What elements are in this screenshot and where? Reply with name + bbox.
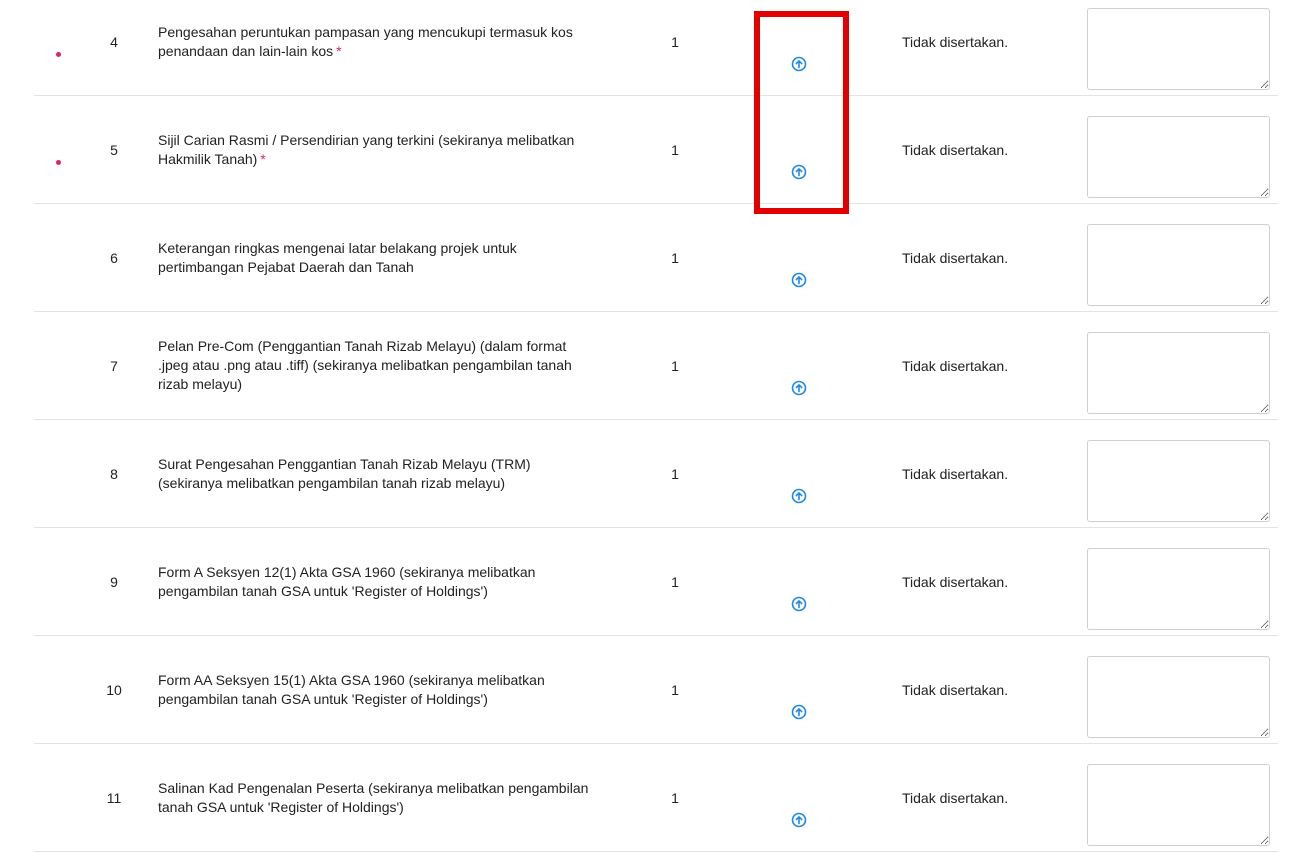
document-description: Pelan Pre-Com (Penggantian Tanah Rizab M… — [158, 312, 598, 419]
description-text: Form A Seksyen 12(1) Akta GSA 1960 (seki… — [158, 563, 536, 599]
row-number: 8 — [110, 465, 118, 482]
document-description: Form AA Seksyen 15(1) Akta GSA 1960 (sek… — [158, 636, 598, 743]
table-row: 9 Form A Seksyen 12(1) Akta GSA 1960 (se… — [34, 528, 1278, 636]
upload-button[interactable] — [788, 485, 810, 507]
remark-input[interactable] — [1087, 656, 1270, 738]
arrow-up-circle-icon — [791, 704, 807, 720]
required-dot — [56, 52, 61, 57]
arrow-up-circle-icon — [791, 488, 807, 504]
table-row: 8 Surat Pengesahan Penggantian Tanah Riz… — [34, 420, 1278, 528]
upload-button[interactable] — [788, 809, 810, 831]
upload-button[interactable] — [788, 377, 810, 399]
table-row: 6 Keterangan ringkas mengenai latar bela… — [34, 204, 1278, 312]
required-asterisk: * — [336, 42, 342, 59]
row-number: 10 — [106, 681, 122, 698]
arrow-up-circle-icon — [791, 812, 807, 828]
document-description: Sijil Carian Rasmi / Persendirian yang t… — [158, 96, 598, 203]
remark-input[interactable] — [1087, 224, 1270, 306]
document-description: Salinan Kad Pengenalan Peserta (sekirany… — [158, 744, 598, 851]
row-number: 4 — [110, 33, 118, 50]
quantity: 1 — [671, 141, 679, 158]
remark-input[interactable] — [1087, 548, 1270, 630]
upload-button[interactable] — [788, 269, 810, 291]
attachment-status: Tidak disertakan. — [902, 33, 1009, 50]
row-number: 6 — [110, 249, 118, 266]
description-text: Pengesahan peruntukan pampasan yang menc… — [158, 23, 573, 59]
remark-input[interactable] — [1087, 332, 1270, 414]
document-checklist-table: 4 Pengesahan peruntukan pampasan yang me… — [34, 0, 1278, 852]
arrow-up-circle-icon — [791, 596, 807, 612]
table-row: 4 Pengesahan peruntukan pampasan yang me… — [34, 0, 1278, 96]
required-dot — [56, 160, 61, 165]
remark-input[interactable] — [1087, 8, 1270, 90]
table-row: 7 Pelan Pre-Com (Penggantian Tanah Rizab… — [34, 312, 1278, 420]
attachment-status: Tidak disertakan. — [902, 681, 1009, 698]
arrow-up-circle-icon — [791, 56, 807, 72]
attachment-status: Tidak disertakan. — [902, 249, 1009, 266]
remark-input[interactable] — [1087, 440, 1270, 522]
row-number: 11 — [106, 789, 122, 806]
table-row: 5 Sijil Carian Rasmi / Persendirian yang… — [34, 96, 1278, 204]
quantity: 1 — [671, 249, 679, 266]
quantity: 1 — [671, 681, 679, 698]
attachment-status: Tidak disertakan. — [902, 573, 1009, 590]
quantity: 1 — [671, 573, 679, 590]
row-number: 7 — [110, 357, 118, 374]
document-description: Keterangan ringkas mengenai latar belaka… — [158, 204, 598, 311]
description-text: Pelan Pre-Com (Penggantian Tanah Rizab M… — [158, 338, 572, 392]
table-row: 10 Form AA Seksyen 15(1) Akta GSA 1960 (… — [34, 636, 1278, 744]
attachment-status: Tidak disertakan. — [902, 465, 1009, 482]
row-number: 5 — [110, 141, 118, 158]
attachment-status: Tidak disertakan. — [902, 141, 1009, 158]
attachment-status: Tidak disertakan. — [902, 789, 1009, 806]
document-description: Pengesahan peruntukan pampasan yang menc… — [158, 0, 598, 95]
upload-button[interactable] — [788, 161, 810, 183]
quantity: 1 — [671, 33, 679, 50]
table-row: 11 Salinan Kad Pengenalan Peserta (sekir… — [34, 744, 1278, 852]
attachment-status: Tidak disertakan. — [902, 357, 1009, 374]
arrow-up-circle-icon — [791, 272, 807, 288]
row-number: 9 — [110, 573, 118, 590]
quantity: 1 — [671, 357, 679, 374]
upload-button[interactable] — [788, 53, 810, 75]
description-text: Salinan Kad Pengenalan Peserta (sekirany… — [158, 779, 589, 815]
document-description: Surat Pengesahan Penggantian Tanah Rizab… — [158, 420, 598, 527]
arrow-up-circle-icon — [791, 164, 807, 180]
description-text: Form AA Seksyen 15(1) Akta GSA 1960 (sek… — [158, 671, 545, 707]
description-text: Surat Pengesahan Penggantian Tanah Rizab… — [158, 455, 531, 491]
description-text: Sijil Carian Rasmi / Persendirian yang t… — [158, 131, 575, 167]
quantity: 1 — [671, 465, 679, 482]
upload-button[interactable] — [788, 701, 810, 723]
remark-input[interactable] — [1087, 116, 1270, 198]
required-asterisk: * — [260, 150, 266, 167]
quantity: 1 — [671, 789, 679, 806]
document-description: Form A Seksyen 12(1) Akta GSA 1960 (seki… — [158, 528, 598, 635]
remark-input[interactable] — [1087, 764, 1270, 846]
description-text: Keterangan ringkas mengenai latar belaka… — [158, 239, 517, 275]
upload-button[interactable] — [788, 593, 810, 615]
arrow-up-circle-icon — [791, 380, 807, 396]
